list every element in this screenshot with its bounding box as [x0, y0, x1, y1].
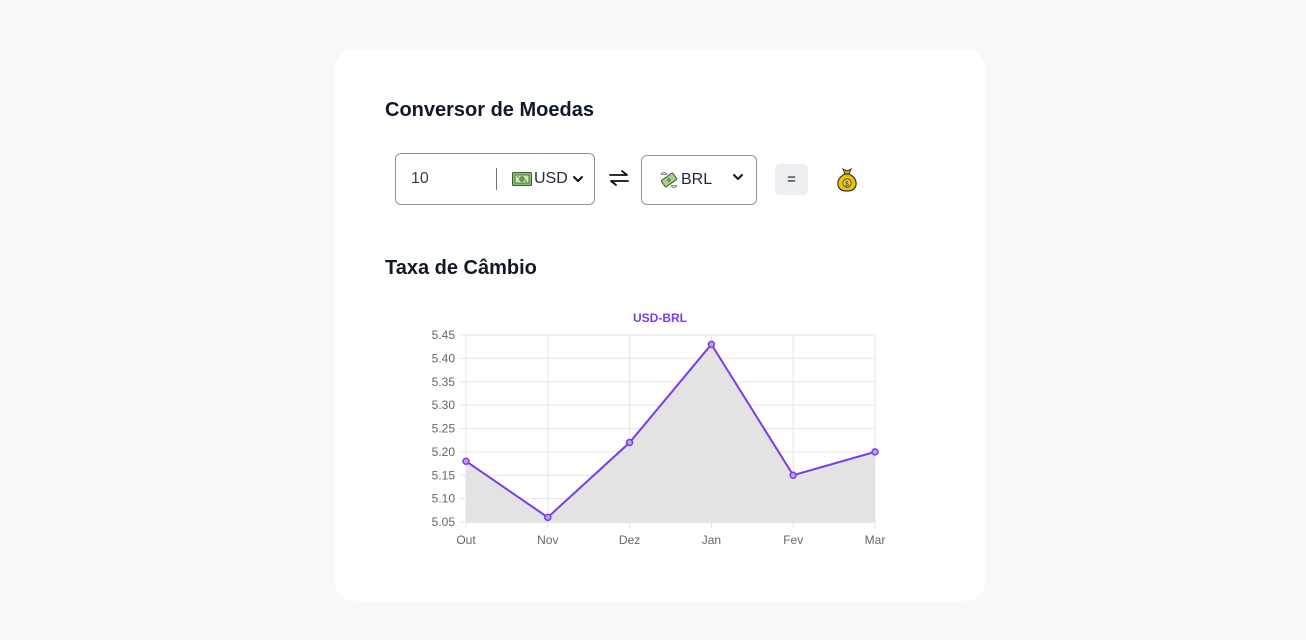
exchange-rate-chart: USD-BRL 5.45 5.40 5.35 5.30 5.25 5.20 5.15 5.10… — [432, 311, 886, 547]
data-point — [789, 471, 797, 479]
data-point — [462, 457, 470, 465]
x-tick-label: Mar — [865, 533, 886, 547]
converter-card: Conversor de Moedas USD — [335, 49, 985, 601]
data-point — [707, 340, 716, 349]
y-tick-label: 5.40 — [432, 351, 456, 365]
chart-title: USD-BRL — [633, 311, 687, 325]
y-tick-label: 5.10 — [432, 492, 456, 506]
x-tick-label: Jan — [702, 533, 721, 547]
x-tick-label: Nov — [537, 533, 558, 547]
y-tick-label: 5.25 — [432, 422, 456, 436]
area-fill — [466, 344, 875, 522]
x-tick-label: Dez — [619, 533, 640, 547]
y-tick-label: 5.35 — [432, 375, 456, 389]
data-point — [871, 448, 879, 456]
x-tick-label: Out — [456, 533, 476, 547]
data-point — [544, 513, 552, 522]
data-point — [625, 438, 634, 447]
y-tick-label: 5.15 — [432, 468, 456, 482]
y-tick-label: 5.45 — [432, 328, 456, 342]
x-tick-label: Fev — [783, 533, 803, 547]
y-tick-label: 5.05 — [432, 515, 456, 529]
y-tick-label: 5.30 — [432, 398, 456, 412]
y-tick-label: 5.20 — [432, 445, 456, 459]
